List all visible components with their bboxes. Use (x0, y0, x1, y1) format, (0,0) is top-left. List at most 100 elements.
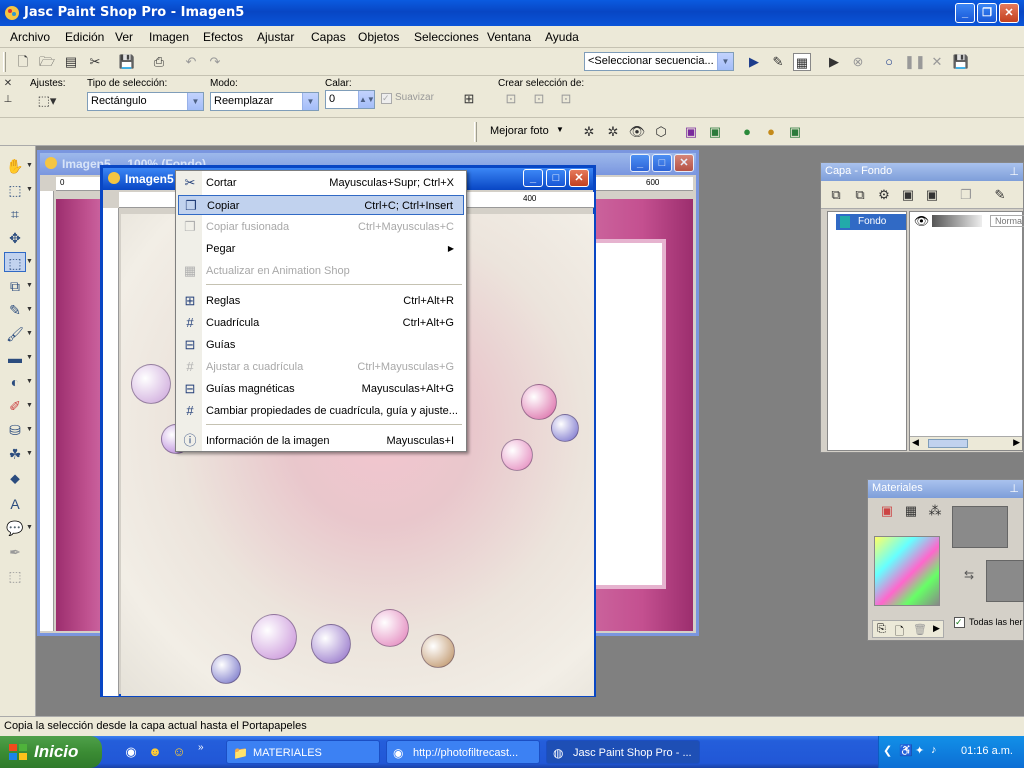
object-selector-icon[interactable]: ⬚ (4, 566, 26, 586)
volume-icon[interactable]: ♪ (931, 744, 937, 756)
presets-icon[interactable]: ⬚▾ (34, 92, 60, 110)
scroll-left-icon[interactable]: ◀ (912, 437, 919, 448)
airbrush-tool-icon[interactable]: ⬥ (4, 468, 26, 488)
network-icon[interactable]: ✦ (915, 744, 924, 757)
auto-color-icon[interactable]: ✲ (604, 123, 622, 141)
toolbar-grip[interactable] (3, 52, 6, 72)
menu-ayuda[interactable]: Ayuda (545, 30, 579, 44)
menu-item-copiar[interactable]: ❐ Copiar Ctrl+C; Ctrl+Insert (178, 195, 464, 215)
scanner-icon[interactable]: ✂ (86, 53, 104, 71)
person-green-icon[interactable]: ● (738, 123, 756, 141)
record-icon[interactable]: ○ (880, 53, 898, 71)
undo-icon[interactable]: ↶ (182, 53, 200, 71)
feather-input[interactable]: 0 ▲▼ (325, 90, 375, 109)
document-icon[interactable]: 🗋 (895, 623, 904, 642)
antialias-checkbox[interactable]: ✓ (381, 93, 392, 104)
doc-minimize-button[interactable]: _ (523, 169, 543, 187)
pan-tool-icon[interactable]: ✋ (4, 156, 26, 176)
save-icon[interactable]: 💾 (118, 53, 136, 71)
menu-item-cortar[interactable]: ✂ Cortar Mayusculas+Supr; Ctrl+X (178, 173, 464, 193)
layer-group-icon[interactable]: ▣ (923, 186, 941, 204)
landscape-icon[interactable]: ▣ (706, 123, 724, 141)
new-adjustment-layer-icon[interactable]: ⚙ (875, 186, 893, 204)
menu-item-información-de-la-imagen[interactable]: ⓘ Información de la imagen Mayusculas+I (178, 431, 464, 451)
photo-icon[interactable]: ▣ (786, 123, 804, 141)
stop-icon[interactable]: ⊗ (849, 53, 867, 71)
background-color[interactable] (986, 560, 1024, 602)
dropper-tool-icon[interactable]: ⧉ (4, 276, 26, 296)
menu-item-guías[interactable]: ⊟ Guías (178, 335, 464, 355)
gradient-icon[interactable]: ▦ (902, 502, 920, 520)
brush-tool-icon[interactable]: 🖌 (4, 324, 26, 344)
start-button[interactable]: Inicio (0, 736, 102, 768)
scroll-thumb[interactable] (928, 439, 968, 448)
quicklaunch-messenger-icon[interactable]: ☻ (146, 743, 164, 761)
blend-mode-select[interactable]: Norma (990, 215, 1024, 227)
selection-tool-icon[interactable]: ⬚ (4, 252, 26, 272)
eye-icon[interactable]: 👁 (914, 214, 929, 228)
scroll-right-icon[interactable]: ▶ (1013, 437, 1020, 448)
selection-from-vector-icon[interactable]: ⊡ (530, 90, 548, 108)
person-orange-icon[interactable]: ● (762, 123, 780, 141)
new-vector-layer-icon[interactable]: ⧉ (851, 186, 869, 204)
edit-layer-icon[interactable]: ✎ (991, 186, 1009, 204)
menu-item-actualizar-en-animation-shop[interactable]: ▦ Actualizar en Animation Shop (178, 261, 464, 281)
doc-close-button[interactable]: ✕ (674, 154, 694, 172)
selection-from-layer-icon[interactable]: ⊡ (502, 90, 520, 108)
color-swatches[interactable] (874, 536, 940, 606)
shape-tool-icon[interactable]: 💬 (4, 518, 26, 538)
quicklaunch-browser-icon[interactable]: ◉ (122, 743, 140, 761)
close-options-icon[interactable]: ✕ (2, 78, 14, 90)
new-layer-icon[interactable]: ⧉ (827, 186, 845, 204)
move-tool-icon[interactable]: ✥ (4, 228, 26, 248)
cancel-icon[interactable]: ✕ (928, 53, 946, 71)
select-all-icon[interactable]: ⊞ (460, 90, 478, 108)
new-mask-icon[interactable]: ▣ (899, 186, 917, 204)
lighten-tool-icon[interactable]: ◐ (4, 372, 26, 392)
open-file-icon[interactable]: 🗁 (38, 53, 56, 71)
doc-close-button[interactable]: ✕ (569, 169, 589, 187)
selection-from-mask-icon[interactable]: ⊡ (557, 90, 575, 108)
menu-selecciones[interactable]: Selecciones (414, 30, 479, 44)
bucket-tool-icon[interactable]: ⛁ (4, 420, 26, 440)
menu-item-cuadrícula[interactable]: # Cuadrícula Ctrl+Alt+G (178, 313, 464, 333)
run-script-icon[interactable]: ▶ (745, 53, 763, 71)
new-file-icon[interactable]: 🗋 (14, 53, 32, 71)
tray-expand-icon[interactable]: ❮ (883, 744, 892, 757)
red-eye-icon[interactable]: 👁 (628, 123, 646, 141)
menu-ver[interactable]: Ver (115, 30, 133, 44)
restore-button[interactable]: ❐ (977, 3, 997, 23)
minimize-button[interactable]: _ (955, 3, 975, 23)
cube-icon[interactable]: ⬡ (652, 123, 670, 141)
quicklaunch-more-icon[interactable]: » (198, 742, 204, 753)
psp-app-icon[interactable] (4, 5, 20, 21)
menu-capas[interactable]: Capas (311, 30, 346, 44)
menu-archivo[interactable]: Archivo (10, 30, 50, 44)
portrait-icon[interactable]: ▣ (682, 123, 700, 141)
menu-ventana[interactable]: Ventana (487, 30, 531, 44)
crop-tool-icon[interactable]: ⌗ (4, 204, 26, 224)
delete-icon[interactable]: 🗑 (913, 623, 927, 636)
eraser-tool-icon[interactable]: ✐ (4, 396, 26, 416)
picture-tube-icon[interactable]: ☘ (4, 444, 26, 464)
close-button[interactable]: ✕ (999, 3, 1019, 23)
pattern-icon[interactable]: ⁂ (926, 502, 944, 520)
script-run-icon[interactable]: ▶ (825, 53, 843, 71)
foreground-color[interactable] (952, 506, 1008, 548)
text-tool-icon[interactable]: A (4, 494, 26, 514)
mode-select[interactable]: Reemplazar ▼ (210, 92, 319, 111)
taskbar-materiales[interactable]: 📁 MATERIALES (226, 740, 380, 764)
layer-item-fondo[interactable]: Fondo (836, 214, 906, 230)
menu-edicion[interactable]: Edición (65, 30, 104, 44)
menu-item-cambiar-propiedades-de-cuadrícula-guía-y-ajuste[interactable]: # Cambiar propiedades de cuadrícula, guía… (178, 401, 464, 421)
print-icon[interactable]: ⎙ (150, 53, 168, 71)
script-select[interactable]: <Seleccionar secuencia... ▼ (584, 52, 734, 71)
pause-icon[interactable]: ❚❚ (904, 53, 926, 71)
edit-script-icon[interactable]: ✎ (769, 53, 787, 71)
menu-item-ajustar-a-cuadrícula[interactable]: # Ajustar a cuadrícula Ctrl+Mayusculas+G (178, 357, 464, 377)
menu-efectos[interactable]: Efectos (203, 30, 243, 44)
spinner-icon[interactable]: ▲▼ (358, 91, 375, 108)
one-step-fix-icon[interactable]: ✲ (580, 123, 598, 141)
opacity-slider[interactable] (932, 215, 982, 227)
toolbar-grip[interactable] (474, 122, 477, 142)
